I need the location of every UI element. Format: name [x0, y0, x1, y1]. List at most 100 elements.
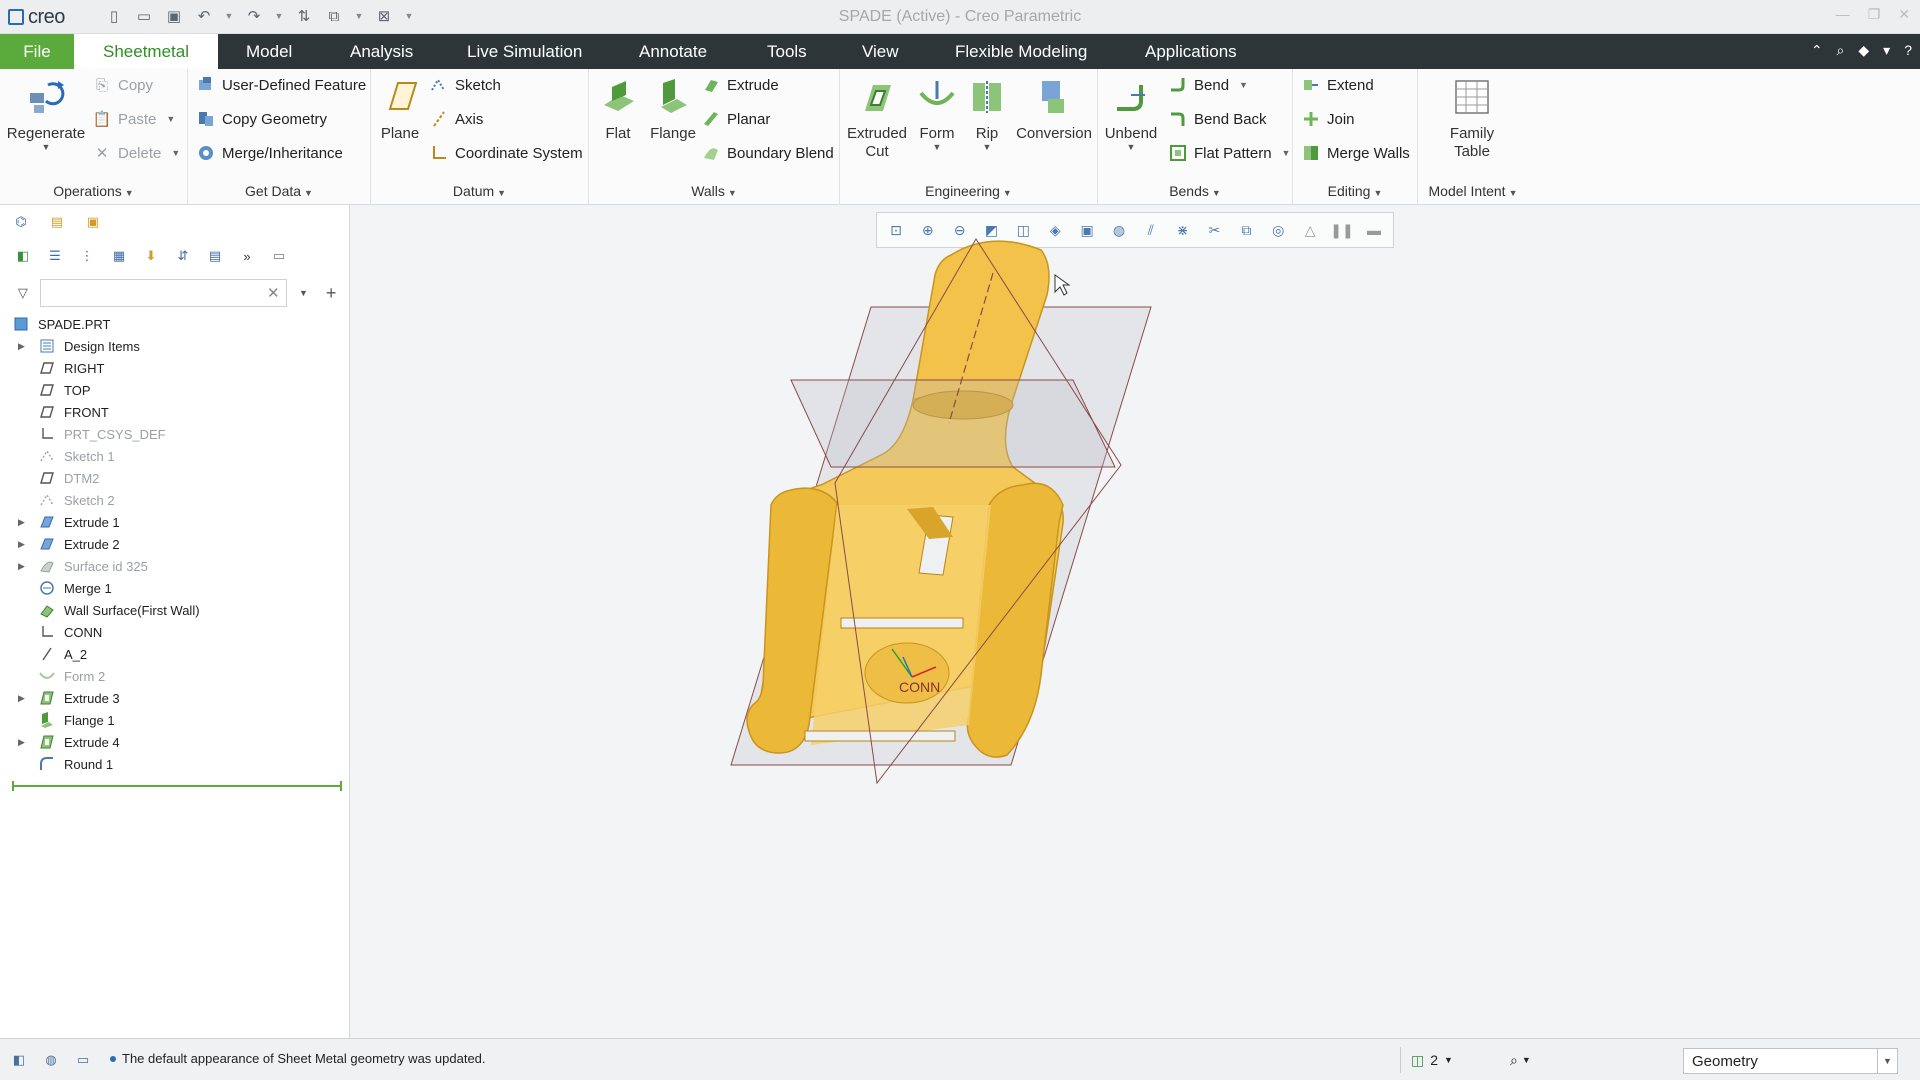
collapse-ribbon-icon[interactable]: ⌃ — [1811, 42, 1823, 59]
planar-button[interactable]: Planar — [701, 106, 770, 132]
tree-filter-table-icon[interactable]: ▦ — [108, 245, 130, 267]
form-button[interactable]: Form ▼ — [914, 75, 960, 152]
form-dropdown-icon[interactable]: ▼ — [914, 142, 960, 152]
browser-icon[interactable]: ◍ — [40, 1049, 62, 1071]
insert-here-indicator[interactable] — [12, 781, 342, 791]
flat-pattern-button[interactable]: Flat Pattern ▼ — [1168, 140, 1290, 166]
windows-dropdown-icon[interactable]: ▼ — [354, 6, 364, 26]
spade-terminal-model[interactable]: CONN — [351, 205, 1920, 1038]
tree-item-merge-1[interactable]: Merge 1 — [0, 577, 350, 599]
tab-annotate[interactable]: Annotate — [639, 34, 707, 69]
details-icon[interactable]: ▭ — [268, 245, 290, 267]
tree-item-extrude-1[interactable]: ▶ Extrude 1 — [0, 511, 350, 533]
tab-flexible-modeling[interactable]: Flexible Modeling — [955, 34, 1087, 69]
coordinate-system-button[interactable]: Coordinate System — [429, 140, 583, 166]
tab-analysis[interactable]: Analysis — [350, 34, 413, 69]
maximize-icon[interactable]: ❐ — [1868, 6, 1881, 23]
unbend-button[interactable]: Unbend ▼ — [1102, 75, 1160, 152]
plane-button[interactable]: Plane — [377, 75, 423, 142]
regenerate-qat-icon[interactable]: ⇅ — [294, 6, 314, 26]
expand-arrow-icon[interactable]: ▶ — [18, 517, 25, 528]
model-tree-tab-icon[interactable]: ⌬ — [10, 211, 32, 233]
editing-group-label[interactable]: Editing ▼ — [1293, 183, 1417, 199]
regenerate-button[interactable]: Regenerate ▼ — [6, 75, 86, 152]
windows-icon[interactable]: ⧉ — [324, 6, 344, 26]
sort-icon[interactable]: ⇵ — [172, 245, 194, 267]
bend-back-button[interactable]: Bend Back — [1168, 106, 1267, 132]
tree-root[interactable]: SPADE.PRT — [0, 313, 350, 335]
tab-file[interactable]: File — [0, 34, 74, 69]
layer-dropdown-icon[interactable]: ▼ — [1444, 1055, 1453, 1065]
tree-item-form-2[interactable]: Form 2 — [0, 665, 350, 687]
copy-button[interactable]: ⎘ Copy — [92, 72, 153, 98]
datum-group-label[interactable]: Datum ▼ — [371, 183, 588, 199]
tree-item-flange-1[interactable]: Flange 1 — [0, 709, 350, 731]
minimize-icon[interactable]: — — [1836, 6, 1850, 23]
expand-arrow-icon[interactable]: ▶ — [18, 693, 25, 704]
operations-group-label[interactable]: Operations ▼ — [0, 183, 187, 199]
search-dropdown-icon[interactable]: ▼ — [293, 282, 315, 304]
open-folder-icon[interactable]: ▭ — [134, 6, 154, 26]
tree-item-top[interactable]: TOP — [0, 379, 350, 401]
community-icon[interactable]: ◆ — [1858, 42, 1869, 59]
rip-button[interactable]: Rip ▼ — [964, 75, 1010, 152]
tree-search-input[interactable]: ✕ — [39, 279, 287, 307]
merge-inheritance-button[interactable]: Merge/Inheritance — [196, 140, 343, 166]
search-icon[interactable]: ⌕ — [1837, 42, 1845, 59]
boundary-blend-button[interactable]: Boundary Blend — [701, 140, 834, 166]
udf-button[interactable]: User-Defined Feature — [196, 72, 366, 98]
find-control[interactable]: ⌕ ▼ — [1510, 1047, 1560, 1073]
tree-item-sketch-2[interactable]: Sketch 2 — [0, 489, 350, 511]
flat-button[interactable]: Flat — [595, 75, 641, 142]
join-button[interactable]: Join — [1301, 106, 1355, 132]
tree-item-extrude-3[interactable]: ▶ Extrude 3 — [0, 687, 350, 709]
bend-button[interactable]: Bend ▼ — [1168, 72, 1248, 98]
conversion-button[interactable]: Conversion — [1014, 75, 1094, 142]
tab-applications[interactable]: Applications — [1145, 34, 1237, 69]
show-icon[interactable]: ◧ — [12, 245, 34, 267]
full-screen-icon[interactable]: ▭ — [72, 1049, 94, 1071]
filter-icon[interactable]: ▽ — [12, 282, 34, 304]
add-column-icon[interactable]: + — [320, 282, 342, 304]
datum-plane-top[interactable] — [790, 379, 1116, 468]
selection-filter-select[interactable]: Geometry ▼ — [1683, 1048, 1898, 1074]
clear-search-icon[interactable]: ✕ — [267, 284, 280, 302]
copy-geometry-button[interactable]: Copy Geometry — [196, 106, 327, 132]
axis-button[interactable]: Axis — [429, 106, 483, 132]
regenerate-dropdown-icon[interactable]: ▼ — [6, 142, 86, 152]
paste-button[interactable]: 📋 Paste ▼ — [92, 106, 176, 132]
toggle-navigator-icon[interactable]: ◧ — [8, 1049, 30, 1071]
rip-dropdown-icon[interactable]: ▼ — [964, 142, 1010, 152]
tab-view[interactable]: View — [862, 34, 899, 69]
bend-dropdown-icon[interactable]: ▼ — [1239, 80, 1248, 90]
extend-button[interactable]: Extend — [1301, 72, 1374, 98]
paste-dropdown-icon[interactable]: ▼ — [166, 114, 175, 124]
tree-item-wall-surface-first-wall[interactable]: Wall Surface(First Wall) — [0, 599, 350, 621]
flat-pattern-dropdown-icon[interactable]: ▼ — [1282, 148, 1291, 158]
tree-item-design-items[interactable]: ▶ Design Items — [0, 335, 350, 357]
new-file-icon[interactable]: ▯ — [104, 6, 124, 26]
tree-item-extrude-4[interactable]: ▶ Extrude 4 — [0, 731, 350, 753]
tree-item-surface-id-325[interactable]: ▶ Surface id 325 — [0, 555, 350, 577]
help-dropdown-icon[interactable]: ▾ — [1883, 42, 1890, 59]
layer-tree-icon[interactable]: ▤ — [204, 245, 226, 267]
tree-item-prt-csys-def[interactable]: PRT_CSYS_DEF — [0, 423, 350, 445]
tree-item-a-2[interactable]: A_2 — [0, 643, 350, 665]
folder-browser-tab-icon[interactable]: ▤ — [46, 211, 68, 233]
tree-item-dtm2[interactable]: DTM2 — [0, 467, 350, 489]
get-data-group-label[interactable]: Get Data ▼ — [188, 183, 370, 199]
tree-item-conn[interactable]: CONN — [0, 621, 350, 643]
close-icon[interactable]: ✕ — [1898, 6, 1910, 23]
tree-item-front[interactable]: FRONT — [0, 401, 350, 423]
tab-model[interactable]: Model — [246, 34, 292, 69]
bends-group-label[interactable]: Bends ▼ — [1098, 183, 1292, 199]
flange-button[interactable]: Flange — [645, 75, 701, 142]
layer-selector[interactable]: ◫ 2 ▼ — [1400, 1047, 1470, 1073]
model-intent-group-label[interactable]: Model Intent ▼ — [1418, 183, 1528, 199]
sketch-button[interactable]: Sketch — [429, 72, 501, 98]
undo-icon[interactable]: ↶ — [194, 6, 214, 26]
save-icon[interactable]: ▣ — [164, 6, 184, 26]
find-icon[interactable]: ⌕ — [1510, 1052, 1518, 1069]
favorites-tab-icon[interactable]: ▣ — [82, 211, 104, 233]
tab-tools[interactable]: Tools — [767, 34, 807, 69]
